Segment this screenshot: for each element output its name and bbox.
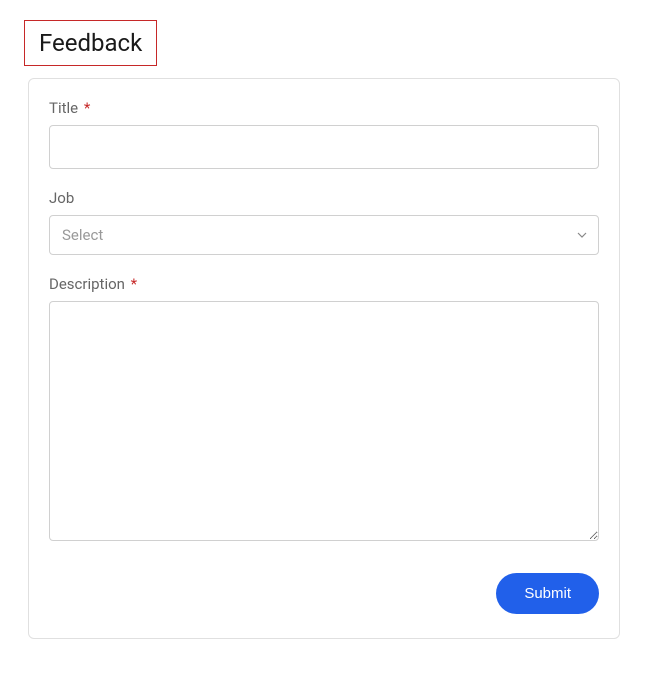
required-asterisk-icon: * xyxy=(131,275,137,293)
job-label: Job xyxy=(49,189,599,207)
job-select[interactable]: Select xyxy=(49,215,599,255)
job-field-group: Job Select xyxy=(49,189,599,255)
form-actions: Submit xyxy=(49,573,599,614)
job-select-placeholder: Select xyxy=(62,226,103,244)
title-field-group: Title * xyxy=(49,99,599,169)
page-title: Feedback xyxy=(24,20,157,66)
description-field-group: Description * xyxy=(49,275,599,545)
description-label-text: Description xyxy=(49,275,125,293)
job-select-wrapper: Select xyxy=(49,215,599,255)
description-textarea[interactable] xyxy=(49,301,599,541)
description-label: Description * xyxy=(49,275,599,293)
title-label-text: Title xyxy=(49,99,78,117)
title-label: Title * xyxy=(49,99,599,117)
submit-button[interactable]: Submit xyxy=(496,573,599,614)
required-asterisk-icon: * xyxy=(84,99,90,117)
title-input[interactable] xyxy=(49,125,599,169)
job-label-text: Job xyxy=(49,189,74,207)
feedback-form-card: Title * Job Select Description * Submit xyxy=(28,78,620,639)
